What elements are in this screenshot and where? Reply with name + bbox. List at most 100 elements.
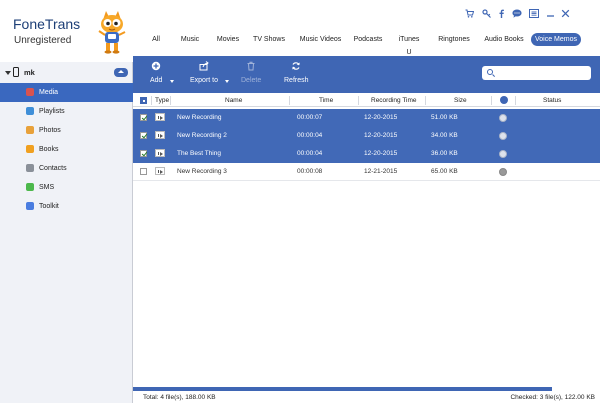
sidebar-item-label: Contacts (39, 164, 67, 172)
column-divider[interactable] (151, 96, 152, 105)
tab-ringtones[interactable]: Ringtones (437, 33, 471, 46)
sidebar-nav: Media Playlists Photos Books Contacts SM… (0, 83, 133, 216)
search-box[interactable] (482, 66, 591, 80)
table-row[interactable]: New Recording 2 00:00:04 12-20-2015 34.0… (133, 127, 600, 145)
row-checkbox[interactable] (140, 132, 147, 139)
tab-voice-memos[interactable]: Voice Memos (531, 33, 581, 46)
cell-name: New Recording 3 (177, 168, 227, 175)
column-divider[interactable] (170, 96, 171, 105)
sidebar: FoneTrans Unregistered mk Media Playlist… (0, 0, 133, 403)
key-icon[interactable] (482, 9, 491, 18)
add-label: Add (150, 77, 163, 84)
header-type[interactable]: Type (155, 97, 169, 104)
sidebar-item-label: Media (39, 88, 59, 96)
cell-size: 51.00 KB (431, 114, 458, 121)
header-size[interactable]: Size (454, 97, 467, 104)
tab-podcasts[interactable]: Podcasts (353, 33, 383, 46)
cell-recording-time: 12-20-2015 (364, 150, 398, 157)
voice-memo-icon (155, 149, 165, 157)
sidebar-item-playlists[interactable]: Playlists (0, 102, 133, 121)
contacts-icon (26, 164, 34, 172)
cell-recording-time: 12-21-2015 (364, 168, 398, 175)
refresh-label: Refresh (284, 77, 309, 84)
table-row[interactable]: The Best Thing 00:00:04 12-20-2015 36.00… (133, 145, 600, 163)
status-icon (499, 114, 507, 122)
header-status-icon (500, 96, 508, 104)
row-checkbox[interactable] (140, 150, 147, 157)
registration-status[interactable]: Unregistered (14, 35, 71, 46)
app-name: FoneTrans (13, 16, 81, 32)
select-all-checkbox[interactable] (140, 97, 147, 104)
media-type-tabs: All Music Movies TV Shows Music Videos P… (133, 30, 600, 56)
export-dropdown-caret[interactable] (225, 80, 229, 83)
cart-icon[interactable] (465, 9, 475, 18)
brand-area: FoneTrans Unregistered (0, 0, 133, 62)
phone-icon (13, 67, 19, 77)
sidebar-item-contacts[interactable]: Contacts (0, 159, 133, 178)
column-divider[interactable] (289, 96, 290, 105)
sidebar-item-media[interactable]: Media (0, 83, 133, 102)
voice-memo-icon (155, 131, 165, 139)
cell-size: 36.00 KB (431, 150, 458, 157)
status-icon (499, 132, 507, 140)
refresh-icon (292, 62, 300, 70)
column-divider[interactable] (358, 96, 359, 105)
sidebar-item-books[interactable]: Books (0, 140, 133, 159)
music-icon (26, 88, 34, 96)
books-icon (26, 145, 34, 153)
add-icon (151, 61, 161, 71)
add-button[interactable]: Add (149, 61, 179, 89)
sms-icon (26, 183, 34, 191)
cell-name: The Best Thing (177, 150, 221, 157)
tab-movies[interactable]: Movies (215, 33, 241, 46)
tab-music-videos[interactable]: Music Videos (299, 33, 342, 46)
table-row[interactable]: New Recording 3 00:00:08 12-21-2015 65.0… (133, 163, 600, 181)
table-row[interactable]: New Recording 00:00:07 12-20-2015 51.00 … (133, 109, 600, 127)
tab-music[interactable]: Music (180, 33, 200, 46)
column-divider[interactable] (515, 96, 516, 105)
add-dropdown-caret[interactable] (170, 80, 174, 83)
facebook-icon[interactable] (497, 9, 506, 18)
header-name[interactable]: Name (225, 97, 242, 104)
fonetrans-window: FoneTrans Unregistered mk Media Playlist… (0, 0, 600, 403)
table-header: Type Name Time Recording Time Size Statu… (133, 94, 600, 107)
cell-size: 34.00 KB (431, 132, 458, 139)
expand-triangle-icon[interactable] (5, 71, 11, 75)
eject-icon[interactable] (114, 68, 128, 77)
minimize-icon[interactable] (546, 9, 555, 18)
row-checkbox[interactable] (140, 114, 147, 121)
tab-tv-shows[interactable]: TV Shows (253, 33, 285, 46)
sidebar-item-sms[interactable]: SMS (0, 178, 133, 197)
tab-audio-books[interactable]: Audio Books (484, 33, 524, 46)
column-divider[interactable] (425, 96, 426, 105)
device-name: mk (24, 68, 35, 77)
tab-itunes-u[interactable]: iTunes U (396, 33, 422, 56)
header-recording-time[interactable]: Recording Time (371, 97, 417, 104)
sidebar-item-label: Books (39, 145, 59, 153)
menu-icon[interactable] (529, 9, 539, 18)
search-icon (487, 69, 493, 75)
close-icon[interactable] (561, 9, 570, 18)
header-time[interactable]: Time (319, 97, 333, 104)
delete-button[interactable]: Delete (241, 61, 263, 89)
cell-recording-time: 12-20-2015 (364, 114, 398, 121)
refresh-button[interactable]: Refresh (284, 61, 310, 89)
status-bar: Total: 4 file(s), 188.00 KB Checked: 3 f… (133, 391, 600, 403)
mascot-logo (98, 11, 126, 54)
sidebar-item-label: SMS (39, 183, 55, 191)
export-button[interactable]: Export to (190, 61, 230, 89)
total-files-text: Total: 4 file(s), 188.00 KB (143, 394, 216, 401)
cell-name: New Recording (177, 114, 222, 121)
export-label: Export to (190, 77, 219, 84)
sidebar-item-photos[interactable]: Photos (0, 121, 133, 140)
tab-all[interactable]: All (150, 33, 162, 46)
header-status[interactable]: Status (543, 97, 561, 104)
voice-memo-icon (155, 167, 165, 175)
device-row[interactable]: mk (0, 64, 133, 82)
row-checkbox[interactable] (140, 168, 147, 175)
sidebar-item-toolkit[interactable]: Toolkit (0, 197, 133, 216)
export-icon (199, 61, 209, 71)
chat-icon[interactable] (512, 9, 522, 18)
column-divider[interactable] (491, 96, 492, 105)
search-input[interactable] (496, 67, 588, 79)
